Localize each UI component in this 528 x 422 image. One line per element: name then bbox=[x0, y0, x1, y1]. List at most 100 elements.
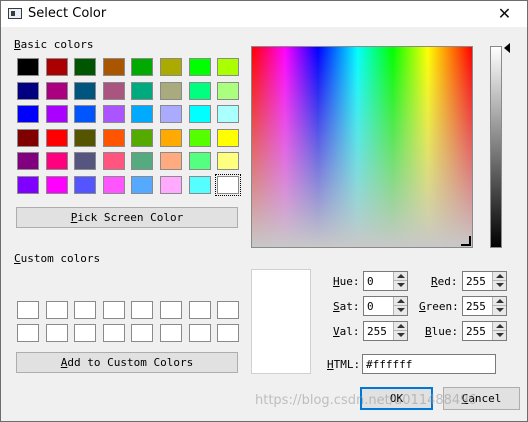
red-up-arrow-icon[interactable] bbox=[492, 272, 506, 281]
blue-up-arrow-icon[interactable] bbox=[492, 322, 506, 331]
basic-color-swatch[interactable] bbox=[160, 128, 182, 147]
basic-color-swatch[interactable] bbox=[17, 58, 39, 76]
basic-color-swatch[interactable] bbox=[74, 81, 97, 100]
select-color-dialog: Select Color ✕ Basic colors Pick Screen … bbox=[0, 0, 528, 422]
basic-color-swatch[interactable] bbox=[131, 81, 154, 100]
add-to-custom-colors-button[interactable]: Add to Custom Colors bbox=[16, 352, 238, 373]
hue-up-arrow-icon[interactable] bbox=[393, 272, 407, 281]
color-spectrum[interactable] bbox=[251, 46, 473, 248]
basic-color-swatch[interactable] bbox=[217, 152, 240, 171]
custom-color-swatch[interactable] bbox=[45, 324, 68, 342]
custom-colors-label: Custom colors bbox=[14, 252, 101, 265]
basic-color-swatch[interactable] bbox=[102, 128, 125, 147]
val-spinbox[interactable]: 255 bbox=[363, 321, 408, 341]
basic-color-swatch[interactable] bbox=[131, 58, 154, 76]
basic-color-swatch[interactable] bbox=[102, 58, 125, 76]
custom-color-swatch[interactable] bbox=[217, 301, 240, 319]
basic-color-swatch[interactable] bbox=[160, 81, 182, 100]
custom-color-swatch[interactable] bbox=[45, 301, 68, 319]
basic-color-swatch[interactable] bbox=[17, 105, 39, 124]
blue-label: Blue: bbox=[425, 325, 459, 338]
basic-color-swatch[interactable] bbox=[217, 128, 240, 147]
basic-color-swatch[interactable] bbox=[188, 152, 211, 171]
basic-color-swatch[interactable] bbox=[17, 176, 39, 194]
custom-color-swatch[interactable] bbox=[217, 324, 240, 342]
sat-label: Sat: bbox=[333, 300, 360, 313]
basic-color-swatch[interactable] bbox=[45, 176, 68, 194]
basic-color-swatch[interactable] bbox=[102, 81, 125, 100]
green-spinbox[interactable]: 255 bbox=[462, 296, 507, 316]
hue-value[interactable]: 0 bbox=[367, 275, 374, 288]
basic-color-swatch[interactable] bbox=[160, 58, 182, 76]
green-value[interactable]: 255 bbox=[466, 300, 486, 313]
hue-down-arrow-icon[interactable] bbox=[393, 281, 407, 290]
custom-color-swatch[interactable] bbox=[17, 324, 39, 342]
basic-color-swatch[interactable] bbox=[74, 128, 97, 147]
sat-down-arrow-icon[interactable] bbox=[393, 306, 407, 315]
green-down-arrow-icon[interactable] bbox=[492, 306, 506, 315]
sat-spinbox[interactable]: 0 bbox=[363, 296, 408, 316]
html-hex-input[interactable]: #ffffff bbox=[362, 354, 496, 374]
blue-spinbox[interactable]: 255 bbox=[462, 321, 507, 341]
custom-color-swatch[interactable] bbox=[17, 301, 39, 319]
basic-color-swatch[interactable] bbox=[188, 58, 211, 76]
basic-color-swatch[interactable] bbox=[217, 105, 240, 124]
basic-color-swatch[interactable] bbox=[188, 176, 211, 194]
basic-color-swatch[interactable] bbox=[74, 152, 97, 171]
basic-color-swatch[interactable] bbox=[45, 152, 68, 171]
custom-color-swatch[interactable] bbox=[188, 301, 211, 319]
blue-down-arrow-icon[interactable] bbox=[492, 331, 506, 340]
red-spinbox[interactable]: 255 bbox=[462, 271, 507, 291]
hue-spinbox[interactable]: 0 bbox=[363, 271, 408, 291]
basic-color-swatch[interactable] bbox=[17, 81, 39, 100]
basic-color-swatch[interactable] bbox=[74, 176, 97, 194]
watermark-text: https://blog.csdn.net/u011488496 bbox=[255, 393, 477, 408]
custom-color-swatch[interactable] bbox=[102, 324, 125, 342]
custom-color-swatch[interactable] bbox=[160, 324, 182, 342]
basic-color-swatch[interactable] bbox=[17, 128, 39, 147]
val-up-arrow-icon[interactable] bbox=[393, 322, 407, 331]
basic-color-swatch[interactable] bbox=[217, 58, 240, 76]
luminance-arrow-icon[interactable] bbox=[504, 43, 510, 53]
close-icon[interactable]: ✕ bbox=[482, 1, 527, 27]
basic-color-swatch[interactable] bbox=[188, 105, 211, 124]
custom-color-swatch[interactable] bbox=[74, 324, 97, 342]
basic-color-swatch[interactable] bbox=[102, 176, 125, 194]
basic-color-swatch[interactable] bbox=[17, 152, 39, 171]
sat-value[interactable]: 0 bbox=[367, 300, 374, 313]
blue-value[interactable]: 255 bbox=[466, 325, 486, 338]
basic-color-swatch[interactable] bbox=[131, 176, 154, 194]
basic-color-swatch[interactable] bbox=[45, 81, 68, 100]
custom-color-swatch[interactable] bbox=[188, 324, 211, 342]
basic-color-swatch[interactable] bbox=[45, 58, 68, 76]
basic-color-swatch[interactable] bbox=[74, 58, 97, 76]
basic-color-swatch[interactable] bbox=[188, 128, 211, 147]
custom-color-swatch[interactable] bbox=[102, 301, 125, 319]
basic-color-swatch[interactable] bbox=[131, 105, 154, 124]
basic-color-swatch[interactable] bbox=[45, 128, 68, 147]
basic-color-swatch[interactable] bbox=[215, 174, 242, 196]
basic-color-swatch[interactable] bbox=[160, 105, 182, 124]
basic-color-swatch[interactable] bbox=[160, 176, 182, 194]
basic-color-swatch[interactable] bbox=[102, 152, 125, 171]
basic-color-swatch[interactable] bbox=[131, 128, 154, 147]
basic-color-swatch[interactable] bbox=[74, 105, 97, 124]
val-value[interactable]: 255 bbox=[367, 325, 387, 338]
basic-color-swatch[interactable] bbox=[188, 81, 211, 100]
red-value[interactable]: 255 bbox=[466, 275, 486, 288]
basic-color-swatch[interactable] bbox=[160, 152, 182, 171]
basic-color-swatch[interactable] bbox=[217, 81, 240, 100]
custom-color-swatch[interactable] bbox=[131, 324, 154, 342]
green-up-arrow-icon[interactable] bbox=[492, 297, 506, 306]
custom-color-swatch[interactable] bbox=[74, 301, 97, 319]
pick-screen-color-button[interactable]: Pick Screen Color bbox=[16, 207, 238, 228]
val-down-arrow-icon[interactable] bbox=[393, 331, 407, 340]
basic-color-swatch[interactable] bbox=[131, 152, 154, 171]
red-down-arrow-icon[interactable] bbox=[492, 281, 506, 290]
custom-color-swatch[interactable] bbox=[160, 301, 182, 319]
basic-color-swatch[interactable] bbox=[102, 105, 125, 124]
luminance-slider[interactable] bbox=[490, 46, 502, 248]
custom-color-swatch[interactable] bbox=[131, 301, 154, 319]
sat-up-arrow-icon[interactable] bbox=[393, 297, 407, 306]
basic-color-swatch[interactable] bbox=[45, 105, 68, 124]
